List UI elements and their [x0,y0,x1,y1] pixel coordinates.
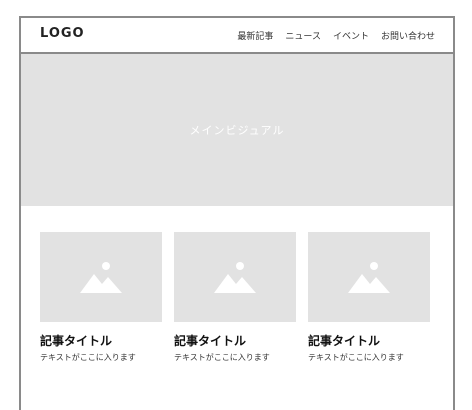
image-placeholder-icon [80,262,122,293]
nav-item-contact[interactable]: お問い合わせ [381,29,435,42]
article-text: テキストがここに入ります [40,353,136,362]
article-card[interactable]: 記事タイトル テキストがここに入ります [174,232,296,363]
page-frame: LOGO 最新記事 ニュース イベント お問い合わせ メインビジュアル 記事タイ… [19,16,455,410]
nav-item-news[interactable]: ニュース [285,29,321,42]
nav-item-events[interactable]: イベント [333,29,369,42]
article-card-list: 記事タイトル テキストがここに入ります 記事タイトル テキストがここに入ります … [40,232,432,372]
image-placeholder-icon [214,262,256,293]
article-text: テキストがここに入ります [174,353,270,362]
article-title: 記事タイトル [308,334,381,348]
image-placeholder-icon [348,262,390,293]
global-nav: 最新記事 ニュース イベント お問い合わせ [237,29,435,42]
article-card[interactable]: 記事タイトル テキストがここに入ります [308,232,430,363]
article-card[interactable]: 記事タイトル テキストがここに入ります [40,232,162,363]
nav-item-latest-articles[interactable]: 最新記事 [237,29,273,42]
article-title: 記事タイトル [174,334,247,348]
article-text: テキストがここに入ります [308,353,404,362]
main-visual: メインビジュアル [21,54,453,206]
article-thumbnail [174,232,296,322]
main-visual-label: メインビジュアル [189,124,285,137]
article-thumbnail [308,232,430,322]
article-title: 記事タイトル [40,334,113,348]
article-thumbnail [40,232,162,322]
logo[interactable]: LOGO [40,26,85,41]
site-header: LOGO 最新記事 ニュース イベント お問い合わせ [21,18,453,54]
